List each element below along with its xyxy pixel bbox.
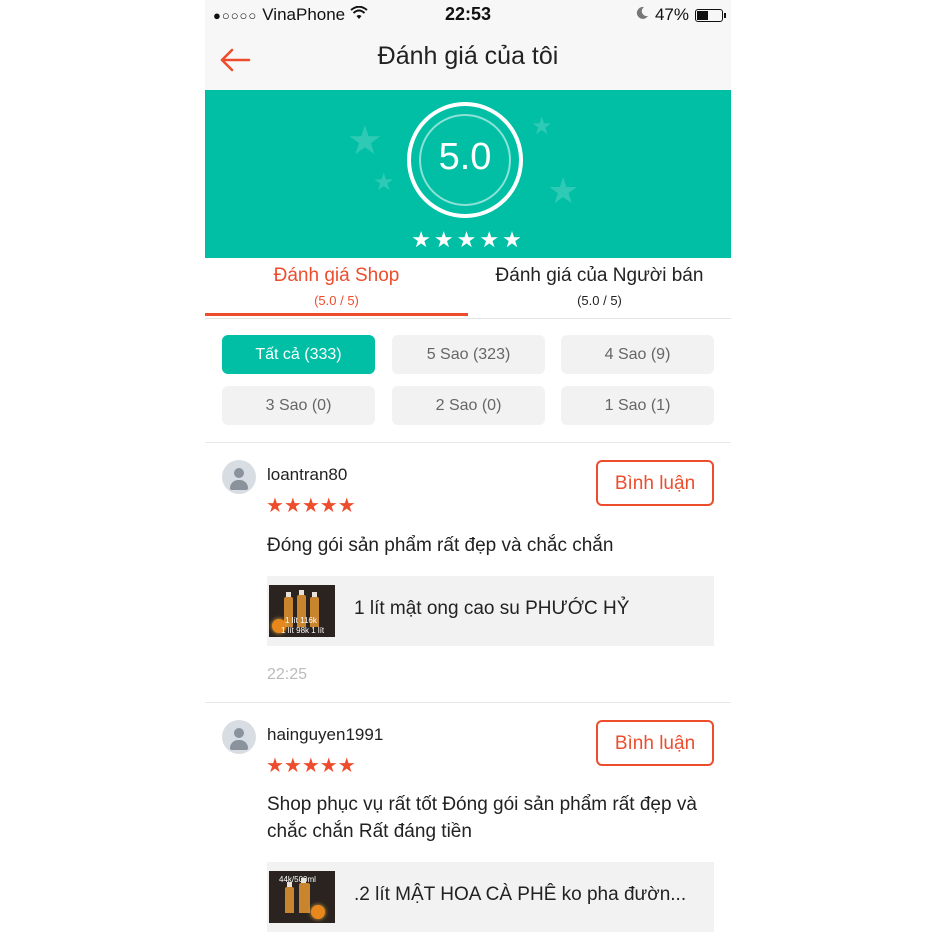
review-item: loantran80 ★★★★★ Bình luận Đóng gói sản …	[205, 460, 731, 690]
tab-label: Đánh giá của Người bán	[495, 265, 704, 286]
status-right: 47%	[635, 5, 726, 25]
summary-stars-icon: ★★★★★	[411, 227, 525, 252]
battery-percent: 47%	[654, 5, 689, 24]
decorative-star-icon: ★	[373, 169, 395, 196]
active-tab-indicator	[205, 313, 468, 316]
divider	[205, 702, 731, 703]
product-card[interactable]: 44k/500ml .2 lít MẬT HOA CÀ PHÊ ko pha đ…	[267, 862, 714, 932]
battery-icon	[695, 8, 726, 22]
product-card[interactable]: 1 lít 116k 1 lít 98k 1 lít 1 lít mật ong…	[267, 576, 714, 646]
review-stars-icon: ★★★★★	[266, 495, 356, 517]
score-ring: 5.0	[407, 102, 523, 218]
tab-score: (5.0 / 5)	[577, 293, 622, 308]
moon-icon	[635, 5, 649, 25]
decorative-star-icon: ★	[547, 170, 580, 211]
divider	[205, 442, 731, 443]
nav-header: Đánh giá của tôi	[205, 30, 731, 90]
tab-score: (5.0 / 5)	[314, 293, 359, 308]
app-screen: ●○○○○ VinaPhone 22:53 47% Đánh giá của t…	[205, 0, 731, 936]
decorative-star-icon: ★	[531, 113, 553, 140]
review-text: Shop phục vụ rất tốt Đóng gói sản phẩm r…	[267, 794, 697, 842]
review-text: Đóng gói sản phẩm rất đẹp và chắc chắn	[267, 535, 614, 556]
tab-label: Đánh giá Shop	[273, 265, 400, 286]
comment-button[interactable]: Bình luận	[596, 460, 714, 506]
review-item: hainguyen1991 ★★★★★ Bình luận Shop phục …	[205, 720, 731, 936]
avatar	[222, 460, 256, 494]
reviewer-name: hainguyen1991	[267, 725, 384, 744]
review-stars-icon: ★★★★★	[266, 755, 356, 777]
thumbnail-caption: 1 lít 116k	[285, 616, 317, 625]
review-time: 22:25	[267, 666, 308, 683]
rating-summary: ★ ★ ★ ★ 5.0 ★★★★★	[205, 90, 731, 258]
thumbnail-caption: 1 lít 98k 1 lít	[281, 626, 325, 635]
status-bar: ●○○○○ VinaPhone 22:53 47%	[205, 0, 731, 30]
product-thumbnail: 44k/500ml	[269, 871, 335, 923]
avatar	[222, 720, 256, 754]
filter-4-star[interactable]: 4 Sao (9)	[561, 335, 714, 374]
tab-seller-rating[interactable]: Đánh giá của Người bán (5.0 / 5)	[468, 258, 731, 318]
comment-button[interactable]: Bình luận	[596, 720, 714, 766]
filter-1-star[interactable]: 1 Sao (1)	[561, 386, 714, 425]
thumbnail-caption: 44k/500ml	[279, 875, 316, 884]
tab-shop-rating[interactable]: Đánh giá Shop (5.0 / 5)	[205, 258, 468, 318]
decorative-star-icon: ★	[347, 119, 383, 163]
score-value: 5.0	[438, 136, 492, 178]
page-title: Đánh giá của tôi	[377, 42, 559, 70]
product-name: 1 lít mật ong cao su PHƯỚC HỶ	[354, 598, 630, 619]
filter-5-star[interactable]: 5 Sao (323)	[392, 335, 545, 374]
product-thumbnail: 1 lít 116k 1 lít 98k 1 lít	[269, 585, 335, 637]
product-name: .2 lít MẬT HOA CÀ PHÊ ko pha đườn...	[354, 884, 687, 905]
reviewer-name: loantran80	[267, 465, 348, 484]
filter-3-star[interactable]: 3 Sao (0)	[222, 386, 375, 425]
filter-all[interactable]: Tất cả (333)	[222, 335, 375, 374]
rating-tabs: Đánh giá Shop (5.0 / 5) Đánh giá của Ngư…	[205, 258, 731, 319]
filter-2-star[interactable]: 2 Sao (0)	[392, 386, 545, 425]
